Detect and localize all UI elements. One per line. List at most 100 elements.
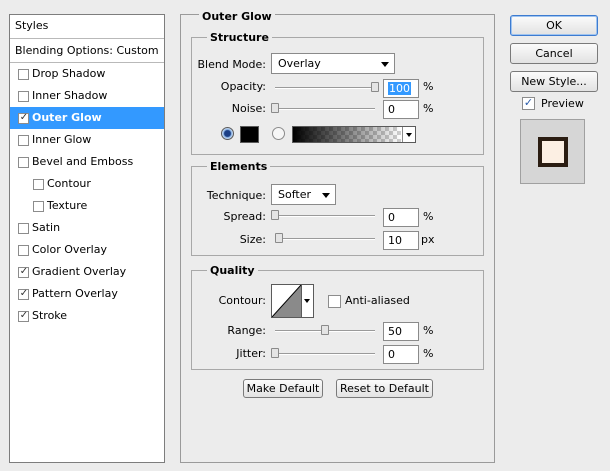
cancel-button[interactable]: Cancel (510, 43, 598, 64)
size-label: Size: (239, 233, 266, 246)
noise-slider-track[interactable] (275, 108, 375, 110)
make-default-button[interactable]: Make Default (243, 379, 323, 398)
style-checkbox[interactable]: ✓ (18, 310, 29, 322)
style-item-label: Gradient Overlay (32, 265, 127, 278)
jitter-slider-thumb[interactable] (271, 348, 279, 358)
preview-label: Preview (541, 97, 584, 110)
quality-title: Quality (207, 264, 258, 277)
opacity-slider-track[interactable] (275, 87, 375, 89)
size-unit: px (421, 233, 435, 246)
style-item-gradient-overlay[interactable]: ✓ Gradient Overlay (10, 261, 164, 283)
outer-glow-title: Outer Glow (199, 10, 275, 23)
color-radio-button[interactable] (221, 127, 234, 140)
gradient-radio-button[interactable] (272, 127, 285, 140)
style-item-label: Pattern Overlay (32, 287, 118, 300)
style-item-inner-shadow[interactable]: Inner Shadow (10, 85, 164, 107)
style-item-label: Contour (47, 177, 91, 190)
technique-value: Softer (278, 188, 311, 201)
jitter-slider-track[interactable] (275, 353, 375, 355)
style-item-texture[interactable]: Texture (10, 195, 164, 217)
style-checkbox[interactable]: ✓ (18, 266, 29, 278)
structure-title: Structure (207, 31, 272, 44)
anti-aliased-checkbox[interactable] (328, 295, 341, 308)
noise-label: Noise: (231, 102, 266, 115)
noise-slider-thumb[interactable] (271, 103, 279, 113)
technique-label: Technique: (206, 189, 266, 202)
spread-input[interactable]: 0 (383, 208, 419, 227)
style-item-label: Drop Shadow (32, 67, 106, 80)
style-item-stroke[interactable]: ✓ Stroke (10, 305, 164, 327)
chevron-down-icon (304, 299, 310, 303)
style-item-label: Inner Shadow (32, 89, 108, 102)
spread-slider-thumb[interactable] (271, 210, 279, 220)
chevron-down-icon (381, 62, 389, 67)
style-item-contour[interactable]: Contour (10, 173, 164, 195)
opacity-unit: % (423, 80, 434, 93)
style-item-bevel-and-emboss[interactable]: Bevel and Emboss (10, 151, 164, 173)
anti-aliased-label: Anti-aliased (345, 294, 410, 307)
contour-dropdown-button[interactable] (302, 284, 314, 318)
gradient-dropdown-button[interactable] (402, 127, 415, 142)
style-checkbox[interactable] (18, 245, 29, 256)
checkmark-icon: ✓ (19, 266, 29, 277)
style-item-label: Satin (32, 221, 61, 234)
style-checkbox[interactable]: ✓ (18, 288, 29, 300)
new-style-button[interactable]: New Style... (510, 71, 598, 92)
styles-header[interactable]: Styles (10, 15, 164, 39)
spread-label: Spread: (223, 210, 266, 223)
range-slider-thumb[interactable] (321, 325, 329, 335)
styles-list-panel: Styles Blending Options: Custom Drop Sha… (9, 14, 165, 463)
elements-title: Elements (207, 160, 271, 173)
size-slider-thumb[interactable] (275, 233, 283, 243)
style-item-color-overlay[interactable]: Color Overlay (10, 239, 164, 261)
jitter-unit: % (423, 347, 434, 360)
jitter-input[interactable]: 0 (383, 345, 419, 364)
style-item-pattern-overlay[interactable]: ✓ Pattern Overlay (10, 283, 164, 305)
style-item-label: Stroke (32, 309, 68, 322)
size-slider-track[interactable] (275, 238, 375, 240)
checkmark-icon: ✓ (19, 288, 29, 299)
range-input[interactable]: 50 (383, 322, 419, 341)
jitter-label: Jitter: (236, 347, 266, 360)
technique-dropdown[interactable]: Softer (271, 184, 336, 205)
preview-checkbox[interactable]: ✓ (522, 96, 535, 110)
style-checkbox[interactable] (18, 223, 29, 234)
style-item-outer-glow[interactable]: ✓ Outer Glow (10, 107, 164, 129)
style-checkbox[interactable] (18, 91, 29, 102)
checkmark-icon: ✓ (523, 96, 534, 109)
style-item-satin[interactable]: Satin (10, 217, 164, 239)
glow-color-swatch[interactable] (240, 126, 259, 143)
spread-slider-track[interactable] (275, 215, 375, 217)
style-item-drop-shadow[interactable]: Drop Shadow (10, 63, 164, 85)
blend-mode-label: Blend Mode: (197, 58, 267, 71)
blend-mode-dropdown[interactable]: Overlay (271, 53, 395, 74)
style-item-label: Color Overlay (32, 243, 107, 256)
style-item-label: Inner Glow (32, 133, 92, 146)
contour-picker[interactable] (271, 284, 302, 318)
contour-curve-icon (272, 285, 301, 317)
style-checkbox[interactable] (33, 201, 44, 212)
style-preview-box (520, 119, 585, 184)
style-checkbox[interactable] (18, 157, 29, 168)
checkmark-icon: ✓ (19, 310, 29, 321)
checkmark-icon: ✓ (19, 112, 29, 123)
opacity-slider-thumb[interactable] (371, 82, 379, 92)
noise-unit: % (423, 102, 434, 115)
style-item-label: Bevel and Emboss (32, 155, 134, 168)
contour-label: Contour: (218, 294, 266, 307)
reset-to-default-button[interactable]: Reset to Default (336, 379, 433, 398)
ok-button[interactable]: OK (510, 15, 598, 36)
style-checkbox[interactable]: ✓ (18, 112, 29, 124)
style-checkbox[interactable] (18, 135, 29, 146)
glow-gradient-picker[interactable] (292, 126, 416, 143)
style-item-label: Outer Glow (32, 111, 102, 124)
size-input[interactable]: 10 (383, 231, 419, 250)
noise-input[interactable]: 0 (383, 100, 419, 119)
gradient-preview (293, 127, 401, 142)
style-checkbox[interactable] (18, 69, 29, 80)
blending-options-item[interactable]: Blending Options: Custom (10, 39, 164, 63)
opacity-input[interactable]: 100 (383, 79, 419, 98)
style-item-inner-glow[interactable]: Inner Glow (10, 129, 164, 151)
style-checkbox[interactable] (33, 179, 44, 190)
style-items-list: Drop Shadow Inner Shadow ✓ Outer Glow Inner … (10, 63, 164, 327)
